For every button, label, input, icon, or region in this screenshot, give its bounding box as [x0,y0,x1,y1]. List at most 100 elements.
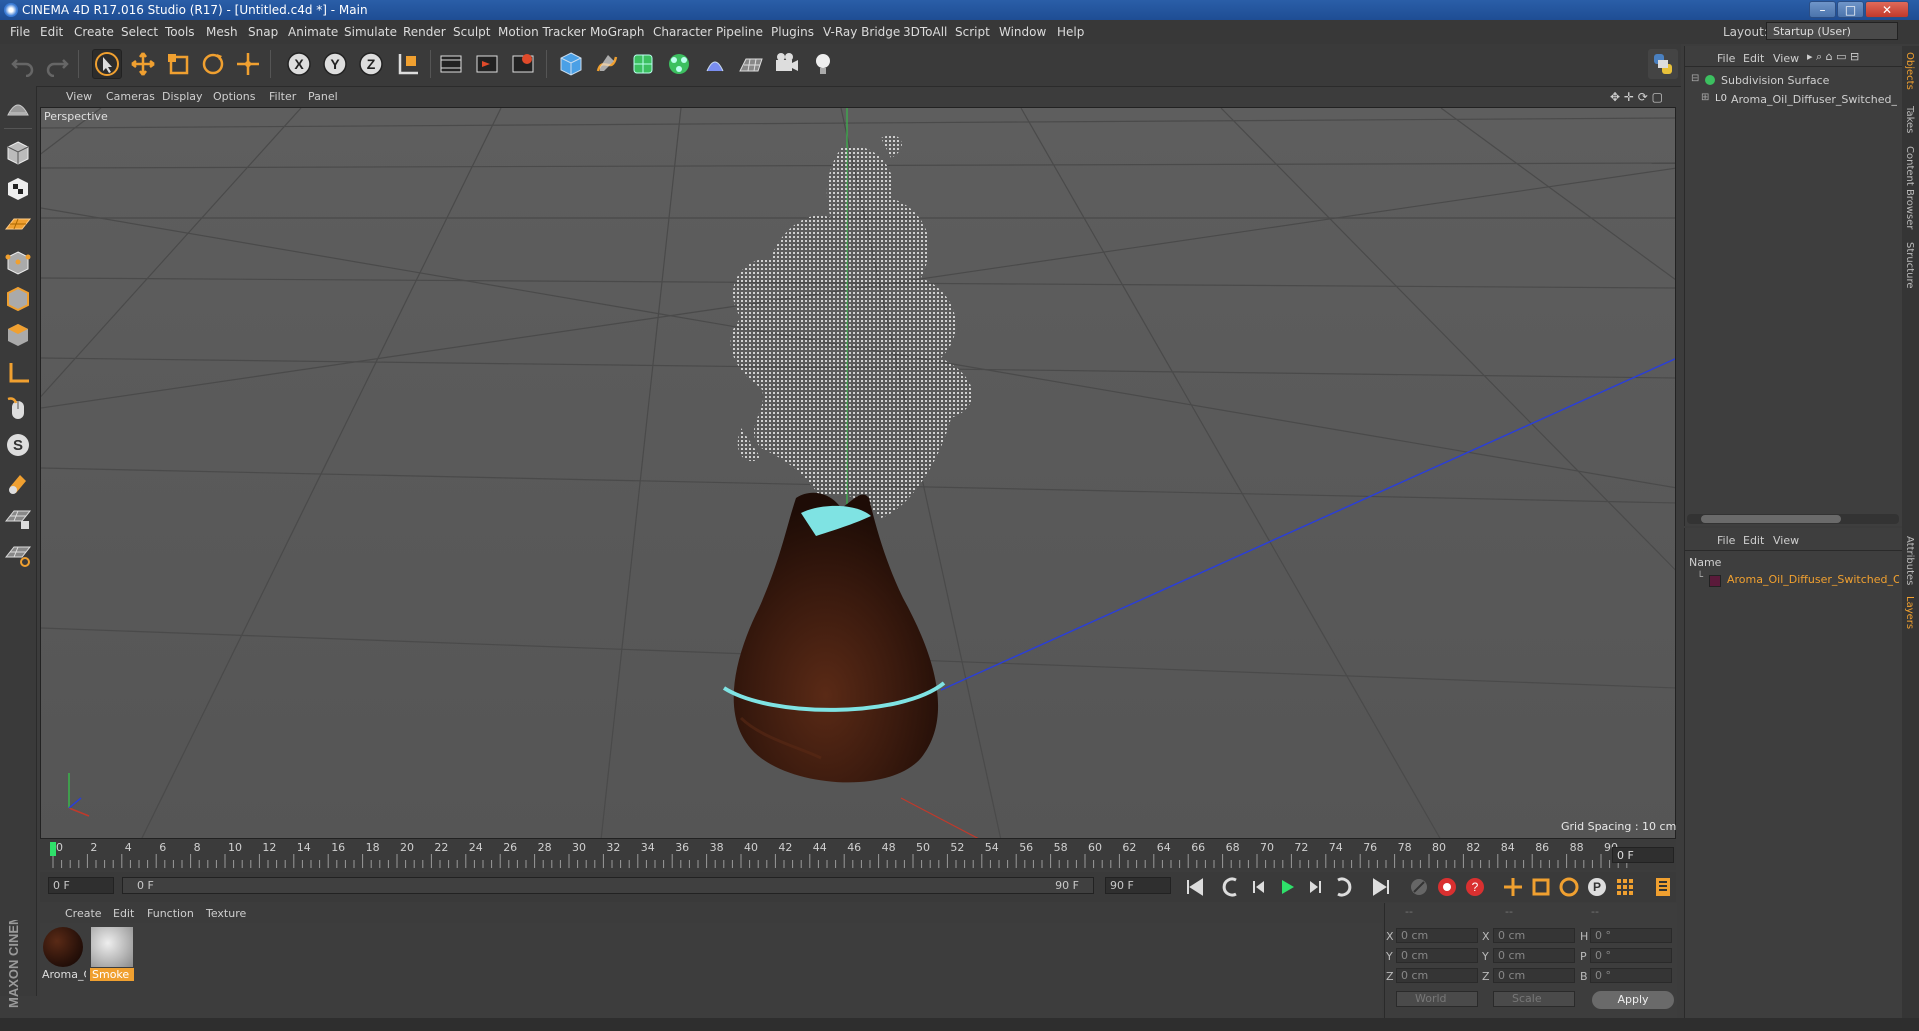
go-to-end-icon[interactable] [1368,874,1394,900]
axis-mode-icon[interactable] [3,358,33,388]
menu-animate[interactable]: Animate [288,25,338,39]
magnet-icon[interactable] [3,468,33,498]
coordinate-system-icon[interactable] [393,49,423,79]
menu-help[interactable]: Help [1057,25,1084,39]
cube-icon[interactable] [556,49,586,79]
tab-layers[interactable]: Layers [1904,596,1915,629]
key-scale-icon[interactable] [1528,874,1554,900]
record-active-keys-icon[interactable] [1434,874,1460,900]
y-axis-icon[interactable]: Y [320,49,350,79]
menu-sculpt[interactable]: Sculpt [453,25,490,39]
menu-pipeline[interactable]: Pipeline [716,25,763,39]
menu-tools[interactable]: Tools [165,25,195,39]
viewport-menu-display[interactable]: Display [162,90,203,103]
3d-viewport[interactable] [40,107,1676,839]
menu-simulate[interactable]: Simulate [344,25,397,39]
planar-workplane-icon[interactable] [3,540,33,570]
autokeying-icon[interactable]: ? [1462,874,1488,900]
live-selection-icon[interactable] [233,49,263,79]
menu-render[interactable]: Render [403,25,446,39]
material-menu-function[interactable]: Function [147,907,194,920]
objects-toolbar-icons[interactable]: ▸ ⌕ ⌂ ▭ ⊟ [1807,50,1859,64]
move-icon[interactable] [128,49,158,79]
menu-create[interactable]: Create [74,25,114,39]
viewport-menu-filter[interactable]: Filter [269,90,296,103]
timeline-ruler[interactable]: 0 2 4 6 8 10 12 14 16 18 20 22 24 26 28 30 32 34 36 38 40 42 4… [40,840,1676,870]
apply-button[interactable]: Apply [1592,991,1674,1009]
polygons-mode-icon[interactable] [3,320,33,350]
position-z-field[interactable]: 0 cm [1396,968,1478,983]
coordinate-system-dropdown[interactable]: World [1396,991,1478,1007]
previous-frame-icon[interactable] [1246,874,1272,900]
render-picture-viewer-icon[interactable] [472,49,502,79]
texture-mode-icon[interactable] [3,174,33,204]
minimize-button[interactable]: – [1809,1,1836,18]
menu-window[interactable]: Window [999,25,1046,39]
viewport-nav-icons[interactable]: ✥ ✛ ⟳ ▢ [1610,90,1663,104]
object-row[interactable]: ⊟ Subdivision Surface [1687,72,1897,90]
layers-menu-file[interactable]: File [1717,534,1735,547]
floor-icon[interactable] [736,49,766,79]
deformer-icon[interactable] [700,49,730,79]
rotation-b-field[interactable]: 0 ° [1590,968,1672,983]
tab-objects[interactable]: Objects [1904,52,1915,90]
model-mode-icon[interactable] [3,138,33,168]
locked-workplane-icon[interactable] [3,504,33,534]
workplane-icon[interactable] [3,210,33,240]
rotate-icon[interactable] [198,49,228,79]
menu-character[interactable]: Character [653,25,712,39]
layer-color-swatch[interactable] [1709,575,1721,587]
key-position-icon[interactable] [1500,874,1526,900]
objects-menu-edit[interactable]: Edit [1743,52,1764,65]
material-item[interactable]: Aroma_O [42,926,86,981]
current-frame-field[interactable]: 0 F [1612,847,1674,863]
tab-structure[interactable]: Structure [1904,242,1915,289]
menu-file[interactable]: File [10,25,30,39]
menu-script[interactable]: Script [955,25,990,39]
layer-row[interactable]: └ Aroma_Oil_Diffuser_Switched_On [1687,572,1899,588]
scale-icon[interactable] [163,49,193,79]
cloner-icon[interactable] [664,49,694,79]
next-key-icon[interactable] [1330,874,1356,900]
tweak-mode-icon[interactable] [3,394,33,424]
camera-icon[interactable] [772,49,802,79]
viewport-menu-options[interactable]: Options [213,90,255,103]
timeline-window-icon[interactable] [1650,874,1676,900]
objects-horizontal-scrollbar[interactable] [1687,514,1899,524]
tab-takes[interactable]: Takes [1904,106,1915,133]
maximize-button[interactable]: □ [1837,1,1864,18]
make-editable-icon[interactable] [3,94,33,124]
expand-toggle-icon[interactable]: ⊞ [1701,92,1709,103]
menu-motion-tracker[interactable]: Motion Tracker [498,25,586,39]
play-icon[interactable] [1274,874,1300,900]
size-z-field[interactable]: 0 cm [1493,968,1575,983]
snap-icon[interactable]: S [3,430,33,460]
record-disabled-icon[interactable] [1406,874,1432,900]
menu-mograph[interactable]: MoGraph [590,25,645,39]
select-icon[interactable] [92,49,122,79]
material-item[interactable]: Smoke [90,926,134,981]
size-y-field[interactable]: 0 cm [1493,948,1575,963]
end-frame-field[interactable]: 90 F [1105,877,1171,894]
position-x-field[interactable]: 0 cm [1396,928,1478,943]
viewport-menu-cameras[interactable]: Cameras [106,90,155,103]
menu-snap[interactable]: Snap [248,25,278,39]
layers-menu-view[interactable]: View [1773,534,1799,547]
start-frame-field[interactable]: 0 F [48,877,114,894]
menu-mesh[interactable]: Mesh [206,25,238,39]
position-y-field[interactable]: 0 cm [1396,948,1478,963]
menu-vray-bridge[interactable]: V-Ray Bridge [823,25,900,39]
layout-select[interactable]: Startup (User) [1766,22,1898,40]
close-button[interactable]: ✕ [1865,1,1909,18]
objects-menu-view[interactable]: View [1773,52,1799,65]
key-pla-icon[interactable] [1612,874,1638,900]
python-icon[interactable] [1648,49,1678,79]
rotation-h-field[interactable]: 0 ° [1590,928,1672,943]
previous-key-icon[interactable] [1218,874,1244,900]
next-frame-icon[interactable] [1302,874,1328,900]
light-icon[interactable] [808,49,838,79]
menu-plugins[interactable]: Plugins [771,25,814,39]
material-menu-create[interactable]: Create [65,907,102,920]
go-to-start-icon[interactable] [1182,874,1208,900]
material-menu-texture[interactable]: Texture [206,907,246,920]
